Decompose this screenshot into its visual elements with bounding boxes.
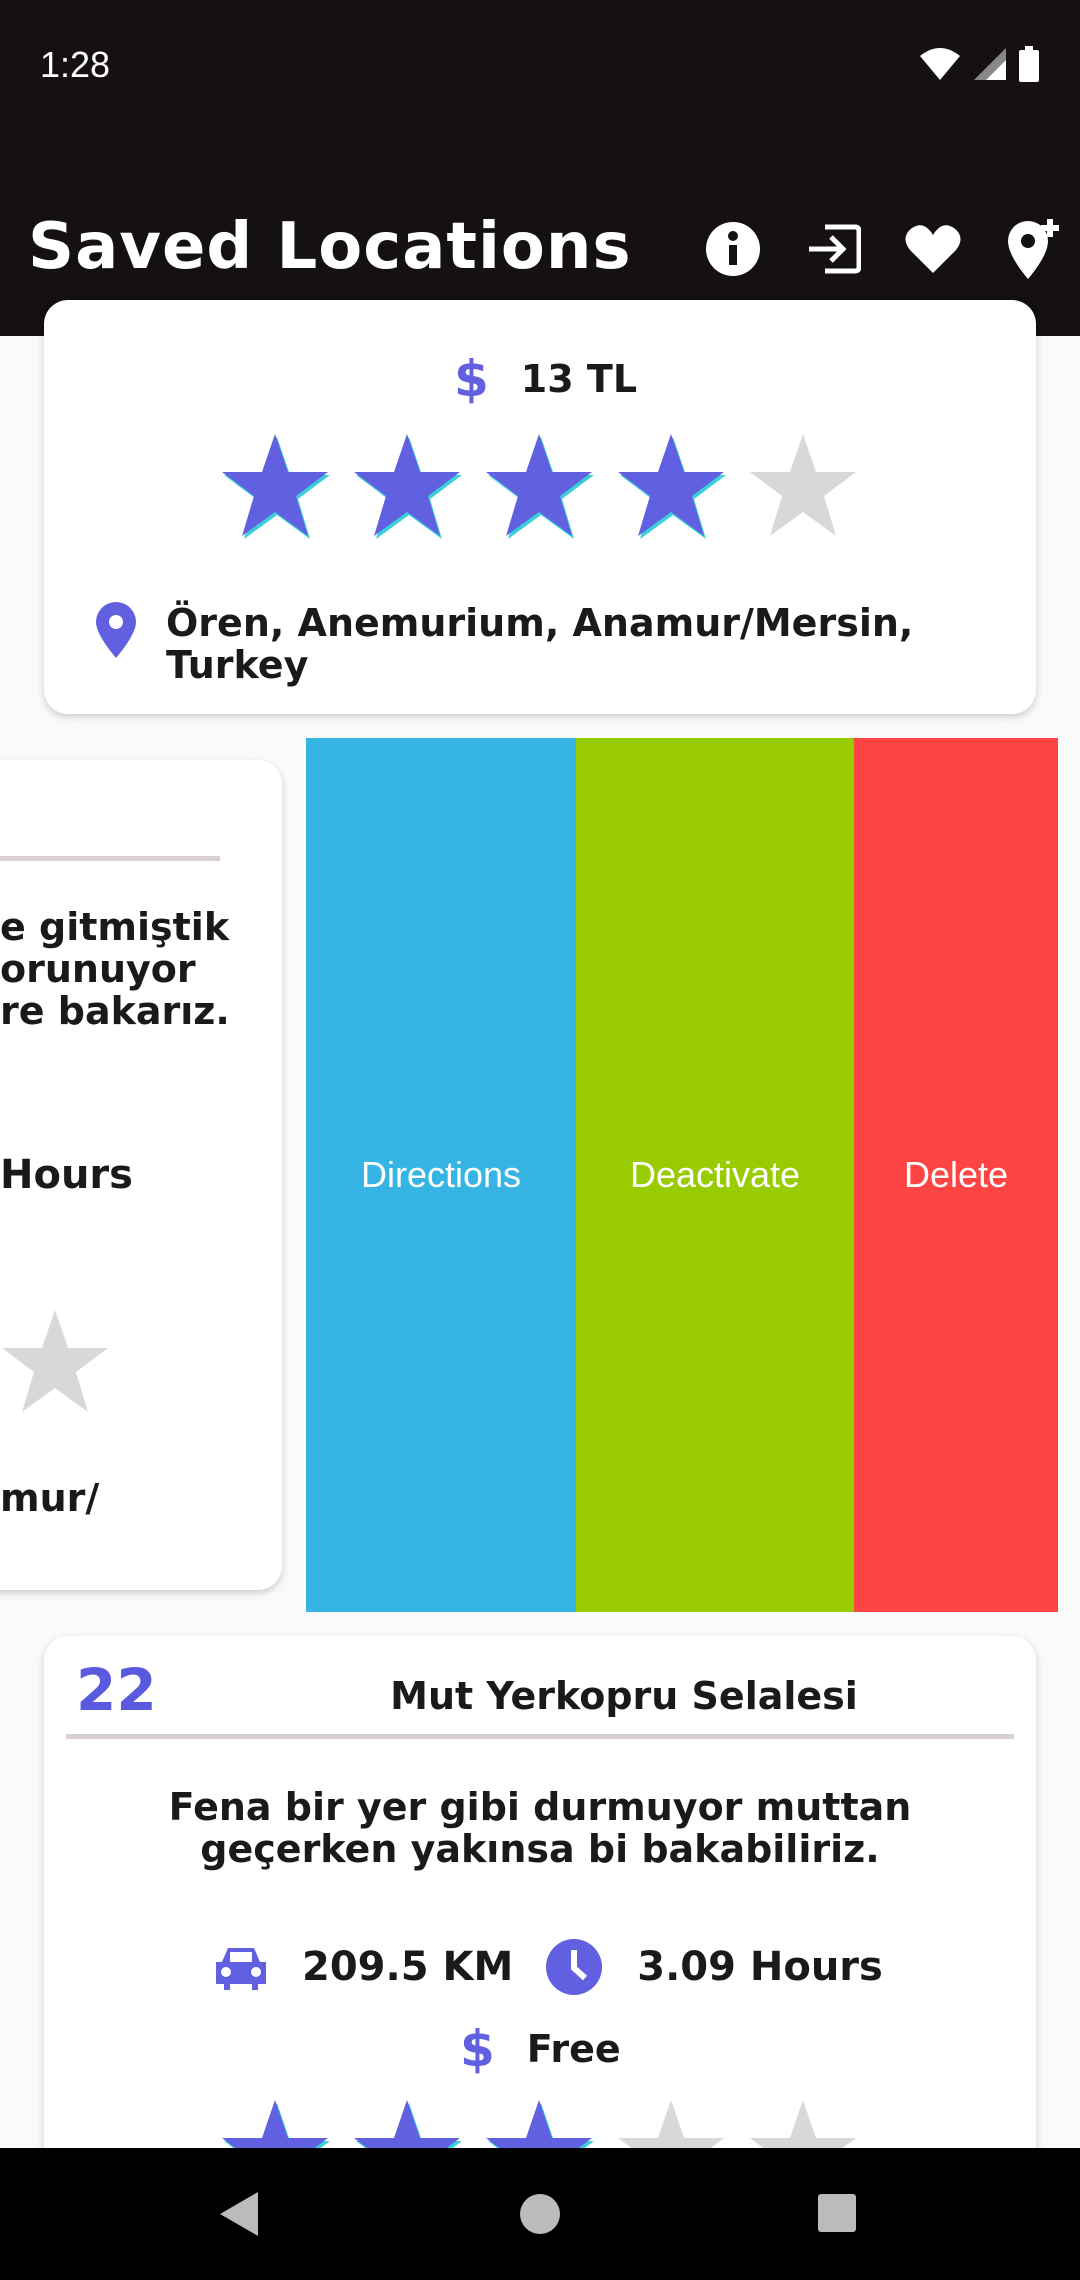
status-icons [918,46,1040,82]
signal-icon [974,48,1006,80]
wifi-icon [920,48,960,80]
directions-button[interactable]: Directions [306,738,576,1612]
dollar-icon: $ [460,2020,495,2078]
description-line-1: e gitmiştik [0,905,230,949]
car-icon [216,1948,266,1990]
status-time: 1:28 [40,44,111,85]
star-empty-icon [750,434,856,536]
heart-icon [905,225,961,273]
description-fragment: e gitmiştik orunuyor re bakarız. [0,906,230,1032]
star-filled-icon [618,434,726,539]
price-row: $ Free [460,2020,621,2078]
page-title: Saved Locations [28,210,632,284]
info-icon [706,222,760,276]
star-filled-icon [486,434,594,539]
card-divider [0,856,220,861]
back-icon[interactable] [216,2190,262,2238]
location-address: Ören, Anemurium, Anamur/Mersin, Turkey [166,602,913,686]
duration-value: 3.09 Hours [637,1944,883,1990]
navigation-bar [0,2148,1080,2280]
price-value: Free [526,2027,621,2071]
location-row: Ören, Anemurium, Anamur/Mersin, Turkey [94,602,913,686]
price-row: $ 13 TL [454,350,637,408]
clock-icon [546,1939,603,1995]
description-line-2: orunuyor [0,947,196,991]
exit-icon [809,224,861,274]
location-card[interactable]: $ 13 TL Ören, Anemurium, Anamur/Mersin, … [44,300,1036,714]
delete-button[interactable]: Delete [854,738,1058,1612]
app-actions [702,218,1064,280]
rating-stars [220,430,858,540]
card-title: Mut Yerkopru Selalesi [390,1674,858,1718]
star-filled-icon [354,434,462,539]
star-empty-icon [2,1310,108,1412]
exit-button[interactable] [802,218,864,280]
distance-duration-row: 209.5 KM 3.09 Hours [214,1938,883,1996]
distance-value: 209.5 KM [302,1944,514,1990]
dollar-icon: $ [454,350,489,408]
swiped-location-card[interactable]: e gitmiştik orunuyor re bakarız. Hours m… [0,760,282,1590]
star-filled-icon [222,434,330,539]
deactivate-label: Deactivate [629,1154,801,1195]
description-line-1: Fena bir yer gibi durmuyor muttan [168,1785,912,1829]
battery-icon [1019,46,1039,82]
add-location-button[interactable] [1002,218,1064,280]
info-button[interactable] [702,218,764,280]
location-pin-icon [96,602,136,658]
description-line-2: geçerken yakınsa bi bakabiliriz. [200,1827,880,1871]
home-icon[interactable] [518,2192,562,2236]
directions-label: Directions [360,1154,522,1195]
add-location-icon [1008,219,1059,279]
delete-label: Delete [903,1154,1009,1195]
card-description: Fena bir yer gibi durmuyor muttan geçerk… [84,1786,996,1870]
deactivate-button[interactable]: Deactivate [576,738,854,1612]
favorites-button[interactable] [902,218,964,280]
location-fragment: mur/ [0,1476,100,1520]
location-line-2: Turkey [166,643,309,687]
duration-fragment: Hours [0,1152,133,1198]
status-bar: 1:28 [0,0,1080,140]
card-number: 22 [76,1656,157,1724]
description-line-3: re bakarız. [0,989,230,1033]
location-card[interactable]: 22 Mut Yerkopru Selalesi Fena bir yer gi… [44,1636,1036,2205]
card-divider [66,1734,1014,1739]
price-value: 13 TL [520,357,638,401]
location-line-1: Ören, Anemurium, Anamur/Mersin, [166,601,914,645]
recents-icon[interactable] [816,2192,858,2234]
